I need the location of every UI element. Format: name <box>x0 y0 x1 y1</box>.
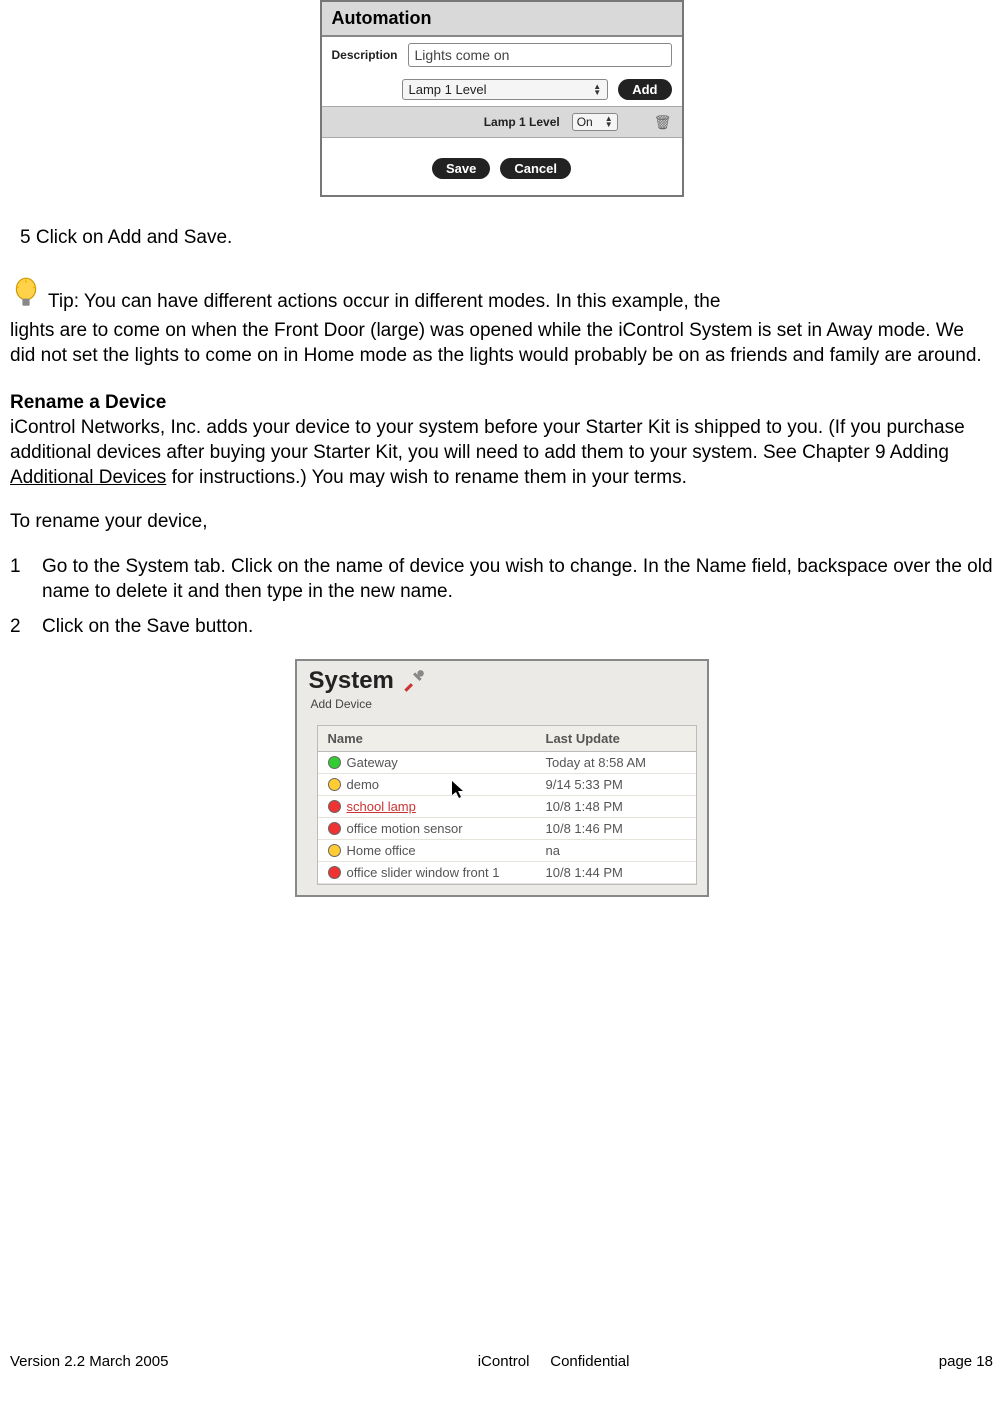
device-name[interactable]: office slider window front 1 <box>347 865 500 880</box>
last-update: 10/8 1:44 PM <box>546 865 686 880</box>
description-label: Description <box>332 48 398 62</box>
status-dot <box>328 866 341 879</box>
stepper-icon: ▲▼ <box>593 84 601 96</box>
description-input[interactable]: Lights come on <box>408 43 672 67</box>
footer-page: page 18 <box>939 1353 993 1370</box>
device-name[interactable]: Gateway <box>347 755 398 770</box>
tip-row: Tip: You can have different actions occu… <box>10 277 993 313</box>
table-header: Name Last Update <box>318 726 696 752</box>
system-title: System <box>309 667 394 695</box>
rename-paragraph: iControl Networks, Inc. adds your device… <box>10 416 993 490</box>
footer-center: iControl Confidential <box>168 1353 938 1370</box>
tip-body: lights are to come on when the Front Doo… <box>10 319 993 368</box>
step-2-text: Click on the Save button. <box>42 615 253 640</box>
device-name[interactable]: school lamp <box>347 799 416 814</box>
lamp-level-label: Lamp 1 Level <box>484 115 560 129</box>
table-row[interactable]: Gateway Today at 8:58 AM <box>318 752 696 774</box>
device-table: Name Last Update Gateway Today at 8:58 AM… <box>317 725 697 885</box>
save-button[interactable]: Save <box>432 158 490 179</box>
description-row: Description Lights come on <box>322 37 682 73</box>
rename-steps: 1Go to the System tab. Click on the name… <box>10 555 993 639</box>
tip-first-line: Tip: You can have different actions occu… <box>48 291 720 313</box>
device-name[interactable]: demo <box>347 777 380 792</box>
rename-title: Rename a Device <box>10 392 993 414</box>
table-row[interactable]: Home office na <box>318 840 696 862</box>
tools-icon <box>400 668 426 694</box>
step-number: 1 <box>10 555 42 604</box>
device-select-value: Lamp 1 Level <box>409 82 487 97</box>
system-header: System <box>297 661 707 697</box>
footer-version: Version 2.2 March 2005 <box>10 1353 168 1370</box>
automation-title: Automation <box>322 2 682 37</box>
device-name[interactable]: Home office <box>347 843 416 858</box>
add-button[interactable]: Add <box>618 79 671 100</box>
table-row[interactable]: school lamp 10/8 1:48 PM <box>318 796 696 818</box>
table-row[interactable]: office motion sensor 10/8 1:46 PM <box>318 818 696 840</box>
step-1-text: Go to the System tab. Click on the name … <box>42 555 993 604</box>
last-update: 9/14 5:33 PM <box>546 777 686 792</box>
status-dot <box>328 800 341 813</box>
status-dot <box>328 778 341 791</box>
table-row[interactable]: demo 9/14 5:33 PM <box>318 774 696 796</box>
device-select[interactable]: Lamp 1 Level ▲▼ <box>402 79 609 100</box>
device-name[interactable]: office motion sensor <box>347 821 463 836</box>
status-dot <box>328 756 341 769</box>
page-footer: Version 2.2 March 2005 iControl Confiden… <box>0 1343 1003 1380</box>
additional-devices-link[interactable]: Additional Devices <box>10 467 166 488</box>
table-row[interactable]: office slider window front 1 10/8 1:44 PM <box>318 862 696 884</box>
last-update: 10/8 1:48 PM <box>546 799 686 814</box>
rename-para-after: for instructions.) You may wish to renam… <box>166 467 687 488</box>
last-update: Today at 8:58 AM <box>546 755 686 770</box>
lamp-level-row: Lamp 1 Level On ▲▼ 🗑 <box>322 106 682 138</box>
cancel-button[interactable]: Cancel <box>500 158 571 179</box>
rename-para-before: iControl Networks, Inc. adds your device… <box>10 417 965 463</box>
col-update-header: Last Update <box>546 731 686 746</box>
status-dot <box>328 844 341 857</box>
step-5-text: 5 Click on Add and Save. <box>20 227 983 249</box>
last-update: 10/8 1:46 PM <box>546 821 686 836</box>
step-1: 1Go to the System tab. Click on the name… <box>10 555 993 604</box>
rename-lead: To rename your device, <box>10 510 993 535</box>
state-value: On <box>577 115 593 129</box>
step-2: 2Click on the Save button. <box>10 615 993 640</box>
state-select[interactable]: On ▲▼ <box>572 113 618 131</box>
add-device-link[interactable]: Add Device <box>297 697 707 719</box>
select-row: Lamp 1 Level ▲▼ Add <box>322 73 682 106</box>
lightbulb-icon <box>10 277 42 313</box>
stepper-icon: ▲▼ <box>605 116 613 128</box>
last-update: na <box>546 843 686 858</box>
status-dot <box>328 822 341 835</box>
col-name-header: Name <box>328 731 546 746</box>
automation-panel: Automation Description Lights come on La… <box>320 0 684 197</box>
step-number: 2 <box>10 615 42 640</box>
system-panel: System Add Device Name Last Update Gatew… <box>295 659 709 897</box>
trash-icon[interactable]: 🗑 <box>654 114 672 131</box>
save-cancel-row: Save Cancel <box>322 138 682 195</box>
